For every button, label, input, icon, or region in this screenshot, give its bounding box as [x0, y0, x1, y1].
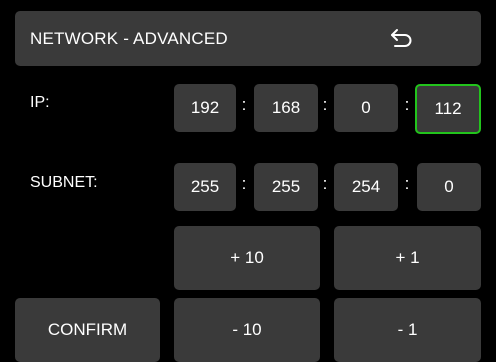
minus-10-button[interactable]: - 10: [174, 298, 320, 362]
ip-separator: :: [241, 95, 247, 114]
ip-octet-2[interactable]: 168: [254, 84, 318, 132]
subnet-octet-2[interactable]: 255: [254, 163, 318, 211]
ip-octet-3[interactable]: 0: [334, 84, 398, 132]
ip-octet-1[interactable]: 192: [174, 84, 236, 132]
minus-1-button[interactable]: - 1: [334, 298, 481, 362]
plus-1-button[interactable]: + 1: [334, 226, 481, 290]
page-title: NETWORK - ADVANCED: [30, 29, 228, 48]
subnet-separator: :: [404, 174, 410, 193]
ip-label: IP:: [30, 94, 50, 111]
subnet-octet-4[interactable]: 0: [417, 163, 481, 211]
subnet-separator: :: [322, 174, 328, 193]
ip-separator: :: [404, 95, 410, 114]
header-bar: NETWORK - ADVANCED: [15, 11, 481, 66]
subnet-octet-1[interactable]: 255: [174, 163, 236, 211]
plus-10-button[interactable]: + 10: [174, 226, 320, 290]
subnet-separator: :: [241, 174, 247, 193]
back-arrow-icon[interactable]: [388, 26, 416, 52]
subnet-label: SUBNET:: [30, 174, 98, 191]
ip-octet-4[interactable]: 112: [415, 84, 481, 134]
confirm-button[interactable]: CONFIRM: [15, 298, 160, 362]
subnet-octet-3[interactable]: 254: [334, 163, 398, 211]
ip-separator: :: [322, 95, 328, 114]
